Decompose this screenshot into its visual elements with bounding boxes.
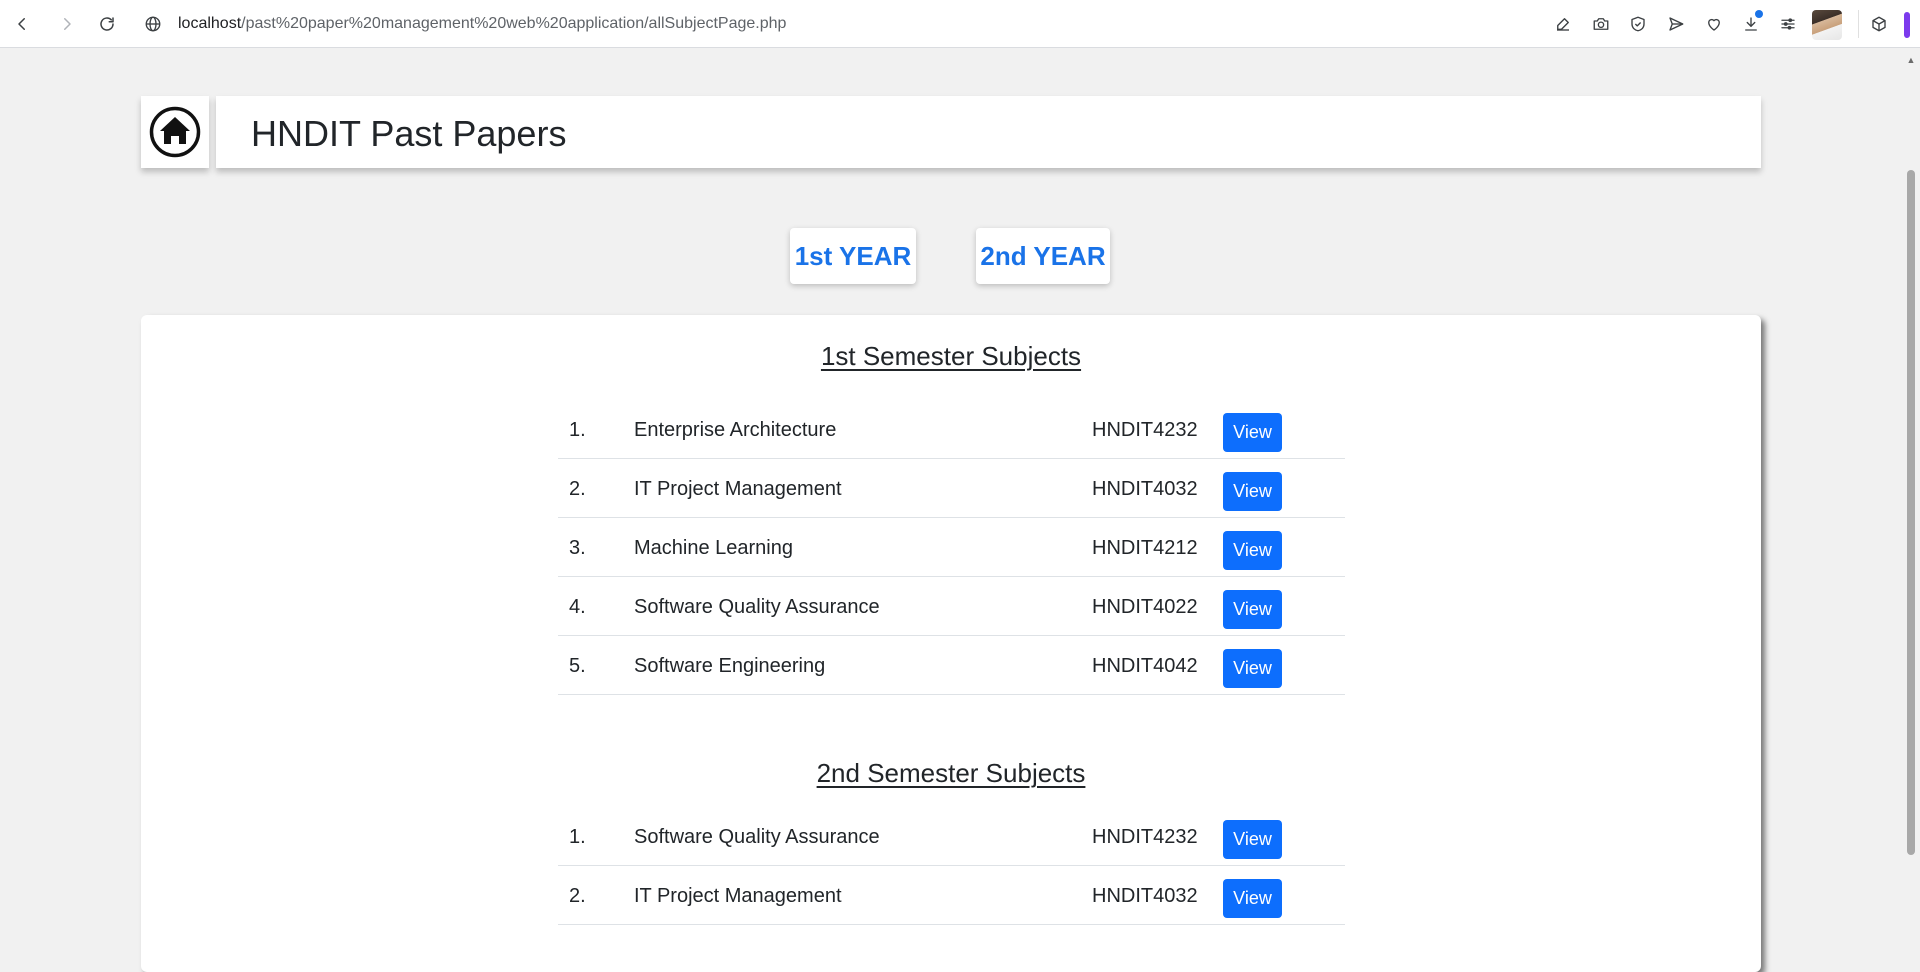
subject-code: HNDIT4232: [1092, 826, 1198, 848]
subject-code: HNDIT4042: [1092, 655, 1198, 677]
table-row: 4. Software Quality Assurance HNDIT4022 …: [558, 577, 1345, 636]
subject-code: HNDIT4032: [1092, 478, 1198, 500]
table-row: 1. Enterprise Architecture HNDIT4232 Vie…: [558, 400, 1345, 459]
page-header: HNDIT Past Papers: [216, 96, 1761, 168]
url-path: /past%20paper%20management%20web%20appli…: [241, 15, 787, 32]
subject-code: HNDIT4022: [1092, 596, 1198, 618]
view-button[interactable]: View: [1223, 649, 1282, 688]
reload-icon[interactable]: [93, 10, 121, 38]
profile-avatar[interactable]: [1812, 10, 1842, 40]
edit-icon[interactable]: [1552, 13, 1574, 35]
semester-1-heading: 1st Semester Subjects: [141, 341, 1761, 372]
heart-icon[interactable]: [1703, 13, 1725, 35]
address-bar[interactable]: localhost/past%20paper%20management%20we…: [178, 14, 786, 34]
home-button[interactable]: [141, 96, 209, 168]
row-number: 3.: [569, 537, 586, 559]
table-row: 2. IT Project Management HNDIT4032 View: [558, 866, 1345, 925]
second-year-button[interactable]: 2nd YEAR: [976, 228, 1110, 284]
view-button[interactable]: View: [1223, 413, 1282, 452]
table-row: 5. Software Engineering HNDIT4042 View: [558, 636, 1345, 695]
row-number: 2.: [569, 885, 586, 907]
row-number: 4.: [569, 596, 586, 618]
semester-2-heading: 2nd Semester Subjects: [141, 758, 1761, 789]
view-button[interactable]: View: [1223, 820, 1282, 859]
subject-name: Software Engineering: [634, 655, 826, 677]
toolbar-divider: [1858, 10, 1859, 38]
page-title: HNDIT Past Papers: [251, 113, 567, 154]
first-year-button[interactable]: 1st YEAR: [790, 228, 916, 284]
semester-2-title: 2nd Semester Subjects: [816, 758, 1086, 788]
download-icon[interactable]: [1740, 10, 1763, 35]
view-button[interactable]: View: [1223, 472, 1282, 511]
scrollbar-thumb[interactable]: [1907, 170, 1915, 855]
subjects-panel: 1st Semester Subjects 1. Enterprise Arch…: [141, 315, 1761, 972]
url-host: localhost: [178, 15, 242, 32]
table-row: 3. Machine Learning HNDIT4212 View: [558, 518, 1345, 577]
sidebar-accent-bar[interactable]: [1904, 12, 1910, 38]
browser-toolbar: localhost/past%20paper%20management%20we…: [0, 0, 1920, 48]
subject-code: HNDIT4032: [1092, 885, 1198, 907]
row-number: 5.: [569, 655, 586, 677]
row-number: 1.: [569, 826, 586, 848]
subject-code: HNDIT4212: [1092, 537, 1198, 559]
subject-name: Software Quality Assurance: [634, 596, 880, 618]
table-row: 2. IT Project Management HNDIT4032 View: [558, 459, 1345, 518]
forward-icon[interactable]: [53, 10, 81, 38]
extension-cube-icon[interactable]: [1868, 13, 1890, 35]
subject-name: Software Quality Assurance: [634, 826, 880, 848]
semester-1-title: 1st Semester Subjects: [820, 341, 1082, 371]
download-badge: [1755, 10, 1763, 18]
row-number: 2.: [569, 478, 586, 500]
table-row: 1. Software Quality Assurance HNDIT4232 …: [558, 807, 1345, 866]
camera-icon[interactable]: [1590, 13, 1612, 35]
home-icon: [149, 106, 201, 158]
subject-name: IT Project Management: [634, 478, 842, 500]
view-button[interactable]: View: [1223, 531, 1282, 570]
semester-2-table: 1. Software Quality Assurance HNDIT4232 …: [558, 807, 1345, 925]
row-number: 1.: [569, 419, 586, 441]
site-info-icon[interactable]: [144, 15, 162, 33]
view-button[interactable]: View: [1223, 879, 1282, 918]
scroll-up-arrow-icon[interactable]: ▲: [1906, 56, 1916, 65]
back-icon[interactable]: [8, 10, 36, 38]
subject-code: HNDIT4232: [1092, 419, 1198, 441]
send-icon[interactable]: [1665, 13, 1687, 35]
subject-name: IT Project Management: [634, 885, 842, 907]
subject-name: Machine Learning: [634, 537, 793, 559]
semester-1-table: 1. Enterprise Architecture HNDIT4232 Vie…: [558, 400, 1345, 695]
view-button[interactable]: View: [1223, 590, 1282, 629]
menu-icon[interactable]: [1777, 13, 1799, 35]
shield-check-icon[interactable]: [1627, 13, 1649, 35]
subject-name: Enterprise Architecture: [634, 419, 837, 441]
